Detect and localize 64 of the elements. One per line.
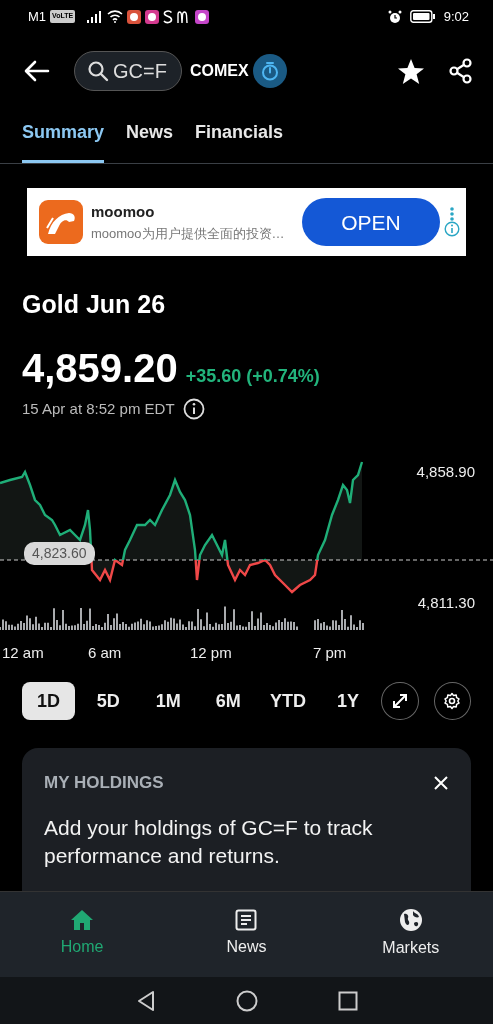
home-circle-icon[interactable] (235, 989, 258, 1012)
axis-label: 7 pm (313, 643, 347, 664)
recents-square-icon[interactable] (337, 990, 358, 1011)
quote-time: 15 Apr at 8:52 pm EDT (22, 398, 175, 419)
globe-icon (398, 908, 423, 933)
open-button[interactable]: OPEN (302, 198, 440, 247)
app-notification-icon (195, 9, 210, 24)
clock-time: 9:02 (443, 7, 469, 26)
settings-button[interactable] (433, 682, 471, 721)
favorite-button[interactable] (397, 57, 425, 85)
exchange-label: COMEX (189, 61, 249, 82)
tab[interactable]: Financials (195, 109, 284, 164)
expand-icon (391, 692, 410, 711)
tab[interactable]: Summary (22, 109, 105, 164)
share-icon (449, 58, 473, 85)
info-icon (444, 221, 460, 238)
star-icon (397, 57, 425, 85)
range-tab[interactable]: 1M (141, 682, 195, 721)
price-value: 4,859.20 (22, 344, 178, 392)
axis-label: 12 pm (190, 643, 232, 664)
battery-icon (409, 10, 436, 24)
range-tab[interactable]: 5D (81, 682, 135, 721)
app-logo-icon (39, 200, 83, 245)
range-tab[interactable]: 1Y (321, 682, 375, 721)
card-description: Add your holdings of GC=F to track performance and returns. (44, 814, 374, 869)
carrier-name: M1 (28, 7, 47, 26)
alarm-icon (387, 9, 402, 24)
search-icon (87, 60, 109, 83)
range-tab[interactable]: 6M (201, 682, 255, 721)
info-icon (182, 398, 205, 420)
close-button[interactable] (433, 775, 449, 791)
card-title: MY HOLDINGS (44, 772, 164, 795)
market-hours-button[interactable] (252, 54, 287, 89)
search-field[interactable]: GC=F (74, 51, 182, 92)
nav-tab[interactable]: Home (17, 908, 148, 961)
axis-label: 12 am (2, 643, 44, 664)
more-icon (450, 207, 454, 222)
axis-label: 6 am (88, 643, 122, 664)
wifi-icon (107, 10, 124, 24)
home-icon (70, 909, 95, 932)
back-button[interactable] (24, 60, 50, 83)
axis-label: 4,811.30 (417, 593, 475, 614)
back-triangle-icon[interactable] (135, 989, 156, 1012)
stopwatch-icon (260, 61, 279, 82)
range-tab[interactable]: 1D (22, 682, 75, 721)
close-icon (433, 775, 449, 791)
app-notification-icon (145, 9, 160, 24)
previous-close-label: 4,823.60 (24, 542, 95, 566)
instrument-name: Gold Jun 26 (22, 289, 167, 321)
settings-icon (443, 692, 462, 711)
nav-tab[interactable]: Markets (345, 907, 476, 962)
nav-tab[interactable]: News (181, 908, 312, 961)
ad-description: moomoo为用户提供全面的投资… (91, 224, 286, 243)
s-logo-icon (163, 9, 174, 24)
ad-title: moomoo (91, 202, 156, 223)
range-tab[interactable]: YTD (261, 682, 315, 721)
back-arrow-icon (24, 60, 50, 83)
article-icon (235, 909, 258, 932)
price-change: +35.60 (+0.74%) (185, 364, 320, 388)
signal-icon (87, 10, 104, 23)
tab[interactable]: News (126, 109, 174, 164)
app-notification-icon (127, 9, 142, 24)
axis-label: 4,858.90 (416, 462, 475, 483)
share-button[interactable] (449, 58, 473, 85)
